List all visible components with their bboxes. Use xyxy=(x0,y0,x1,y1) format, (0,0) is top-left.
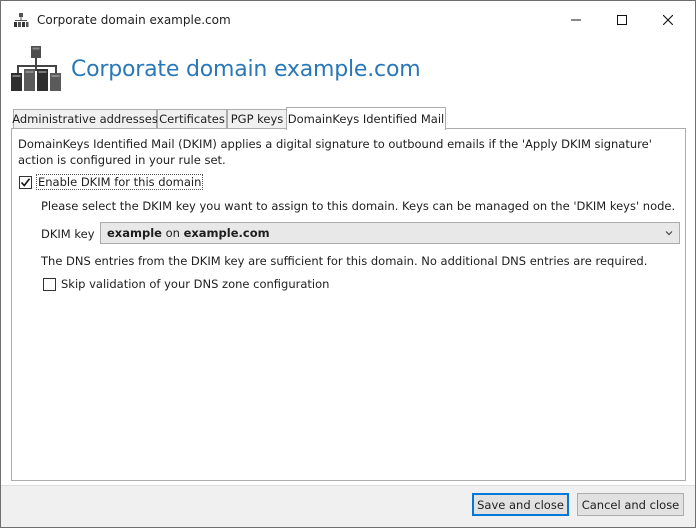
dkim-key-sep: on xyxy=(165,226,180,240)
maximize-button[interactable] xyxy=(599,1,645,39)
dkim-key-dropdown[interactable]: example on example.com xyxy=(100,222,680,244)
save-and-close-button[interactable]: Save and close xyxy=(472,493,569,516)
tab-certificates[interactable]: Certificates xyxy=(157,109,227,128)
close-button[interactable] xyxy=(645,1,691,39)
enable-dkim-text: Enable DKIM for this domain xyxy=(36,174,204,190)
domain-network-icon xyxy=(14,13,29,27)
select-key-prompt: Please select the DKIM key you want to a… xyxy=(41,199,676,213)
dkim-key-name: example xyxy=(107,226,162,240)
dkim-key-value: example on example.com xyxy=(107,226,270,240)
dkim-key-label: DKIM key xyxy=(41,227,95,241)
dkim-description: DomainKeys Identified Mail (DKIM) applie… xyxy=(18,137,652,167)
enable-dkim-checkbox[interactable] xyxy=(19,176,32,189)
dns-note: The DNS entries from the DKIM key are su… xyxy=(41,254,648,268)
page-title: Corporate domain example.com xyxy=(71,57,421,82)
tab-administrative-addresses[interactable]: Administrative addresses xyxy=(12,109,158,128)
checkmark-icon xyxy=(20,178,31,187)
cancel-and-close-button[interactable]: Cancel and close xyxy=(577,493,684,516)
dkim-key-domain: example.com xyxy=(183,226,270,240)
dialog-window: Corporate domain example.com Corporate d… xyxy=(0,0,696,528)
enable-dkim-label[interactable]: Enable DKIM for this domain xyxy=(36,174,204,190)
skip-validation-checkbox[interactable] xyxy=(43,278,56,291)
chevron-down-icon xyxy=(665,231,673,236)
minimize-icon xyxy=(571,19,581,21)
close-icon xyxy=(663,15,673,25)
skip-validation-label[interactable]: Skip validation of your DNS zone configu… xyxy=(61,277,329,291)
title-bar: Corporate domain example.com xyxy=(1,1,695,39)
window-title: Corporate domain example.com xyxy=(37,13,231,27)
domain-network-icon xyxy=(11,46,61,91)
minimize-button[interactable] xyxy=(553,1,599,39)
maximize-icon xyxy=(617,15,627,25)
tab-dkim[interactable]: DomainKeys Identified Mail xyxy=(286,107,446,130)
tab-pgp-keys[interactable]: PGP keys xyxy=(227,109,287,128)
